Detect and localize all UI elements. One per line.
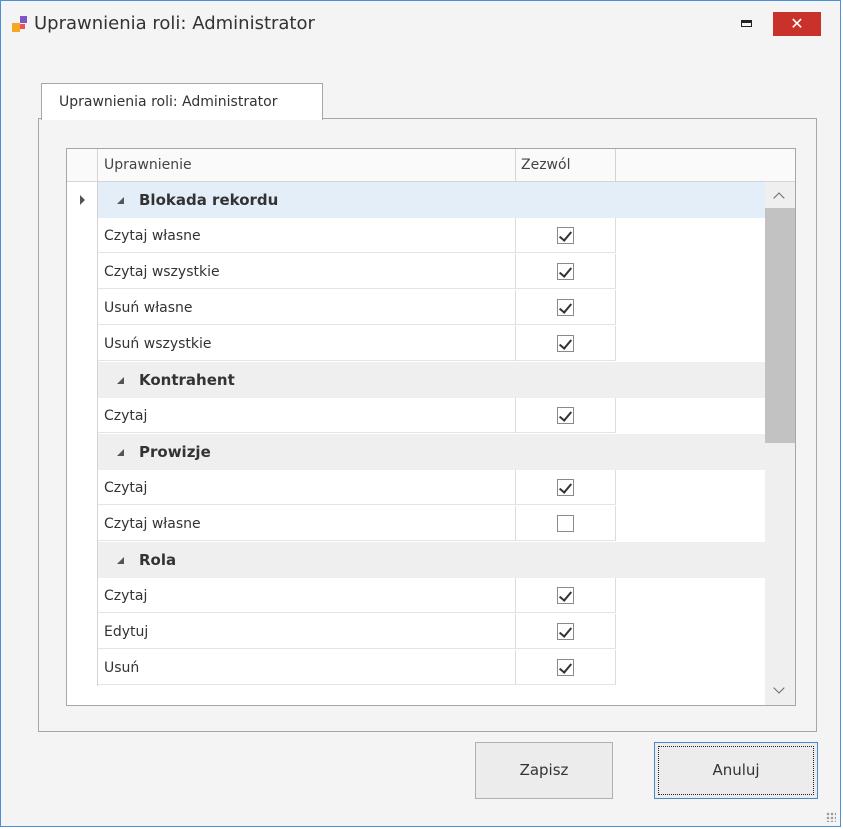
scrollbar-thumb[interactable]	[765, 208, 795, 443]
column-header-allow-label: Zezwól	[521, 157, 571, 173]
allow-checkbox[interactable]	[557, 335, 574, 352]
table-row[interactable]: Czytaj	[67, 578, 765, 614]
vertical-scrollbar[interactable]	[765, 182, 795, 705]
resize-grip-icon[interactable]	[826, 812, 836, 822]
allow-cell[interactable]	[516, 578, 616, 613]
permission-label: Czytaj	[104, 408, 148, 424]
close-icon[interactable]: ✕	[773, 12, 821, 36]
allow-cell[interactable]	[516, 326, 616, 361]
collapse-icon[interactable]	[117, 197, 124, 204]
table-row[interactable]: Czytaj	[67, 398, 765, 434]
table-row[interactable]: Czytaj wszystkie	[67, 254, 765, 290]
row-indicator	[67, 254, 98, 290]
permission-label: Usuń	[104, 660, 140, 676]
cancel-button[interactable]: Anuluj	[654, 742, 818, 799]
maximize-icon[interactable]	[729, 12, 765, 36]
row-indicator	[67, 290, 98, 326]
permission-label: Czytaj własne	[104, 228, 201, 244]
row-indicator	[67, 362, 98, 398]
allow-cell[interactable]	[516, 470, 616, 505]
collapse-icon[interactable]	[117, 557, 124, 564]
allow-checkbox[interactable]	[557, 515, 574, 532]
row-indicator	[67, 650, 98, 686]
column-header-allow[interactable]: Zezwól	[516, 149, 616, 182]
allow-checkbox[interactable]	[557, 623, 574, 640]
permission-label: Czytaj własne	[104, 516, 201, 532]
table-row[interactable]: Czytaj	[67, 470, 765, 506]
allow-cell[interactable]	[516, 218, 616, 253]
save-button[interactable]: Zapisz	[475, 742, 613, 799]
app-icon	[12, 16, 27, 32]
allow-checkbox[interactable]	[557, 587, 574, 604]
allow-cell[interactable]	[516, 398, 616, 433]
row-indicator	[67, 218, 98, 254]
row-indicator	[67, 578, 98, 614]
permission-label: Usuń własne	[104, 300, 193, 316]
group-label: Prowizje	[139, 443, 211, 461]
scroll-down-icon[interactable]	[765, 679, 795, 705]
tab-permissions[interactable]: Uprawnienia roli: Administrator	[41, 83, 323, 120]
collapse-icon[interactable]	[117, 377, 124, 384]
row-indicator	[67, 326, 98, 362]
table-row[interactable]: Usuń	[67, 650, 765, 686]
permission-cell[interactable]: Czytaj	[98, 470, 516, 505]
table-row[interactable]: Czytaj własne	[67, 506, 765, 542]
allow-checkbox[interactable]	[557, 227, 574, 244]
grid-rows: Blokada rekordu Czytaj własne Czytaj wszys…	[67, 182, 765, 686]
window-title: Uprawnienia roli: Administrator	[34, 13, 315, 34]
allow-checkbox[interactable]	[557, 479, 574, 496]
group-row[interactable]: Kontrahent	[67, 362, 765, 398]
permission-cell[interactable]: Czytaj	[98, 578, 516, 613]
permission-cell[interactable]: Czytaj wszystkie	[98, 254, 516, 289]
group-label: Kontrahent	[139, 371, 235, 389]
table-row[interactable]: Edytuj	[67, 614, 765, 650]
allow-cell[interactable]	[516, 290, 616, 325]
permission-cell[interactable]: Usuń wszystkie	[98, 326, 516, 361]
allow-cell[interactable]	[516, 650, 616, 685]
table-row[interactable]: Usuń wszystkie	[67, 326, 765, 362]
title-bar[interactable]: Uprawnienia roli: Administrator ✕	[1, 1, 840, 43]
row-indicator	[67, 470, 98, 506]
row-indicator	[67, 182, 98, 218]
group-label: Blokada rekordu	[139, 191, 279, 209]
permissions-grid: Uprawnienie Zezwól Blokada rekordu Czytaj…	[66, 148, 796, 706]
column-header-empty	[616, 149, 795, 182]
permission-label: Edytuj	[104, 624, 149, 640]
row-indicator	[67, 434, 98, 470]
permission-label: Czytaj	[104, 480, 148, 496]
collapse-icon[interactable]	[117, 449, 124, 456]
allow-checkbox[interactable]	[557, 407, 574, 424]
row-indicator	[67, 614, 98, 650]
row-indicator	[67, 542, 98, 578]
permission-cell[interactable]: Edytuj	[98, 614, 516, 649]
permission-cell[interactable]: Usuń własne	[98, 290, 516, 325]
row-indicator	[67, 506, 98, 542]
scroll-up-icon[interactable]	[765, 182, 795, 208]
permission-label: Czytaj wszystkie	[104, 264, 220, 280]
allow-cell[interactable]	[516, 506, 616, 541]
column-header-permission-label: Uprawnienie	[104, 157, 192, 173]
permission-cell[interactable]: Czytaj własne	[98, 218, 516, 253]
group-label: Rola	[139, 551, 177, 569]
permission-cell[interactable]: Czytaj	[98, 398, 516, 433]
group-row[interactable]: Blokada rekordu	[67, 182, 765, 218]
permission-label: Czytaj	[104, 588, 148, 604]
allow-checkbox[interactable]	[557, 659, 574, 676]
table-row[interactable]: Czytaj własne	[67, 218, 765, 254]
group-row[interactable]: Rola	[67, 542, 765, 578]
table-row[interactable]: Usuń własne	[67, 290, 765, 326]
permission-cell[interactable]: Czytaj własne	[98, 506, 516, 541]
group-row[interactable]: Prowizje	[67, 434, 765, 470]
row-indicator	[67, 398, 98, 434]
header-indicator	[67, 149, 98, 182]
allow-cell[interactable]	[516, 254, 616, 289]
allow-checkbox[interactable]	[557, 299, 574, 316]
permission-cell[interactable]: Usuń	[98, 650, 516, 685]
allow-checkbox[interactable]	[557, 263, 574, 280]
permission-label: Usuń wszystkie	[104, 336, 212, 352]
current-row-arrow-icon	[80, 195, 85, 205]
allow-cell[interactable]	[516, 614, 616, 649]
column-header-permission[interactable]: Uprawnienie	[98, 149, 516, 182]
